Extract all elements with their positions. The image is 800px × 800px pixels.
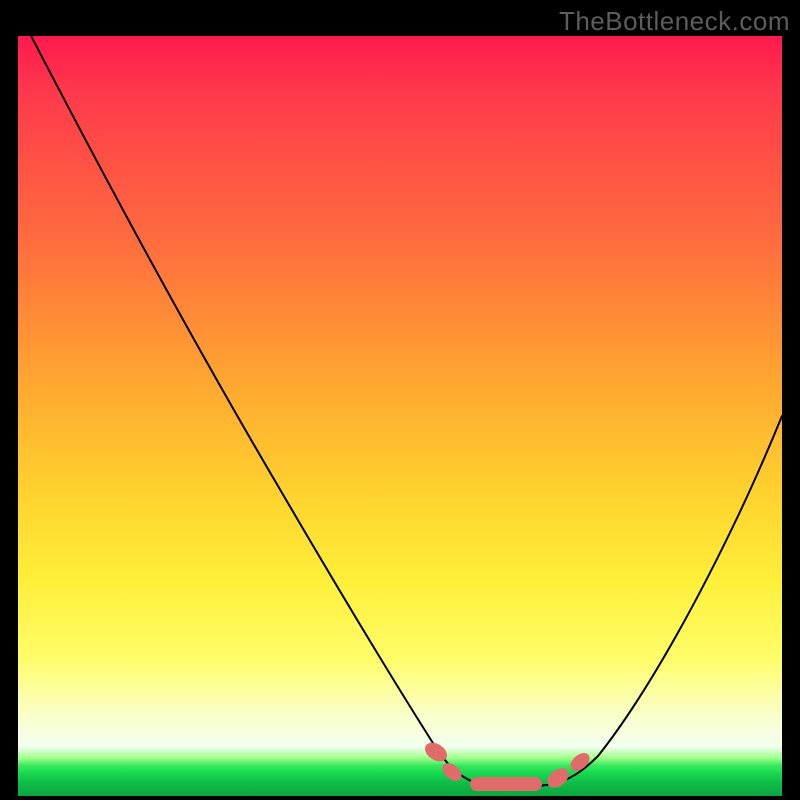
watermark-text: TheBottleneck.com [559, 6, 790, 37]
chart-container: TheBottleneck.com [0, 0, 800, 800]
curve-overlay [18, 36, 782, 796]
plot-area [18, 36, 782, 796]
bottleneck-curve [26, 36, 782, 787]
optimal-zone-markers [422, 739, 593, 792]
